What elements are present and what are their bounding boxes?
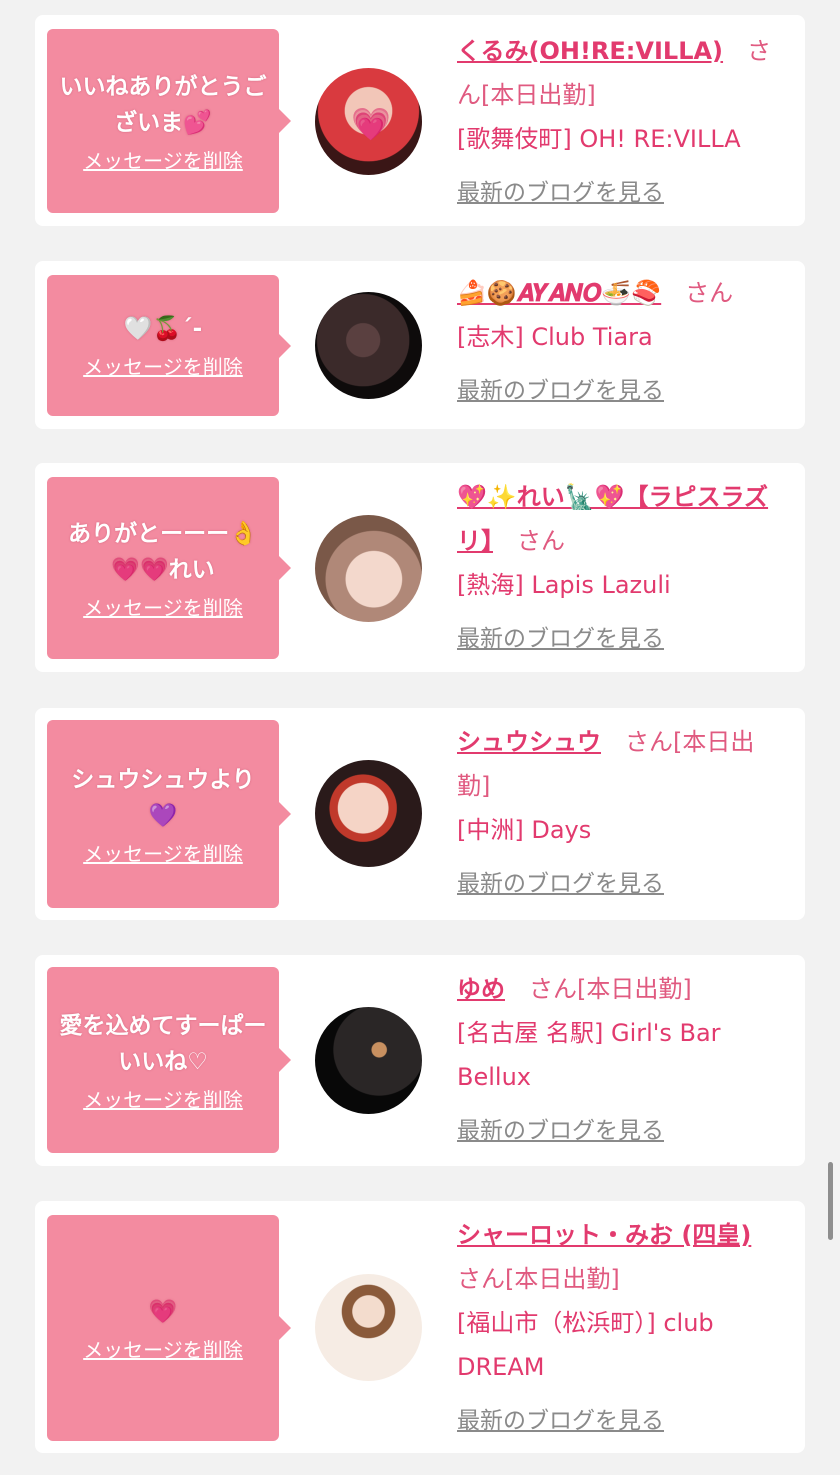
cast-info: 💖✨れい🗽💖【ラピスラズリ】 さん [熱海] Lapis Lazuli 最新のブ… xyxy=(457,475,787,653)
message-card: いいねありがとうございま💕 メッセージを削除 💗 くるみ(OH!RE:VILLA… xyxy=(35,15,805,226)
cast-info: 🍰🍪𝑨𝒀𝑨𝑵𝑶🍜🍣 さん [志木] Club Tiara 最新のブログを見る xyxy=(457,271,787,405)
cast-info: ゆめ さん[本日出勤] [名古屋 名駅] Girl's Bar Bellux 最… xyxy=(457,967,787,1145)
shop-info: [中洲] Days xyxy=(457,816,592,844)
avatar[interactable] xyxy=(315,1274,422,1381)
message-text: 愛を込めてすーぱーいいね♡ xyxy=(59,1012,267,1075)
cast-name-link[interactable]: シュウシュウ xyxy=(457,728,601,756)
avatar[interactable] xyxy=(315,292,422,399)
avatar[interactable]: 💗 xyxy=(315,68,422,175)
message-bubble: ありがとーーー👌💗💗れい メッセージを削除 xyxy=(47,477,291,659)
delete-message-link[interactable]: メッセージを削除 xyxy=(83,592,243,621)
shop-info: [福山市（松浜町）] club DREAM xyxy=(457,1309,714,1381)
message-text: 💗 xyxy=(148,1298,178,1325)
cast-status: さん[本日出勤] xyxy=(505,975,692,1003)
message-text: いいねありがとうございま💕 xyxy=(59,73,267,136)
message-text: シュウシュウより💜 xyxy=(71,766,255,829)
avatar[interactable] xyxy=(315,1007,422,1114)
latest-blog-link[interactable]: 最新のブログを見る xyxy=(457,173,664,207)
cast-status: さん xyxy=(661,279,734,307)
message-text: ありがとーーー👌💗💗れい xyxy=(68,520,258,583)
cast-info: くるみ(OH!RE:VILLA) さん[本日出勤] [歌舞伎町] OH! RE:… xyxy=(457,29,787,207)
shop-info: [志木] Club Tiara xyxy=(457,323,653,351)
latest-blog-link[interactable]: 最新のブログを見る xyxy=(457,619,664,653)
avatar[interactable] xyxy=(315,760,422,867)
message-card: 💗 メッセージを削除 シャーロット・みお (四皇) さん[本日出勤] [福山市（… xyxy=(35,1201,805,1453)
message-bubble: いいねありがとうございま💕 メッセージを削除 xyxy=(47,29,291,213)
message-bubble: 愛を込めてすーぱーいいね♡ メッセージを削除 xyxy=(47,967,291,1153)
message-card: シュウシュウより💜 メッセージを削除 シュウシュウ さん[本日出勤] [中洲] … xyxy=(35,708,805,920)
message-card: ありがとーーー👌💗💗れい メッセージを削除 💖✨れい🗽💖【ラピスラズリ】 さん … xyxy=(35,463,805,672)
cast-status: さん xyxy=(493,527,565,555)
message-list: いいねありがとうございま💕 メッセージを削除 💗 くるみ(OH!RE:VILLA… xyxy=(0,0,840,1475)
cast-name-link[interactable]: シャーロット・みお (四皇) xyxy=(457,1221,751,1249)
message-card: 愛を込めてすーぱーいいね♡ メッセージを削除 ゆめ さん[本日出勤] [名古屋 … xyxy=(35,955,805,1166)
cast-name-link[interactable]: 🍰🍪𝑨𝒀𝑨𝑵𝑶🍜🍣 xyxy=(457,279,661,307)
delete-message-link[interactable]: メッセージを削除 xyxy=(83,1084,243,1113)
cast-info: シュウシュウ さん[本日出勤] [中洲] Days 最新のブログを見る xyxy=(457,720,787,898)
shop-info: [名古屋 名駅] Girl's Bar Bellux xyxy=(457,1019,721,1091)
latest-blog-link[interactable]: 最新のブログを見る xyxy=(457,1401,664,1435)
cast-name-link[interactable]: くるみ(OH!RE:VILLA) xyxy=(457,37,723,65)
delete-message-link[interactable]: メッセージを削除 xyxy=(83,145,243,174)
message-bubble: 🤍🍒ˊ- メッセージを削除 xyxy=(47,275,291,416)
message-bubble: 💗 メッセージを削除 xyxy=(47,1215,291,1441)
avatar[interactable] xyxy=(315,515,422,622)
scrollbar[interactable] xyxy=(828,1162,833,1240)
delete-message-link[interactable]: メッセージを削除 xyxy=(83,838,243,867)
cast-name-link[interactable]: ゆめ xyxy=(457,975,505,1003)
delete-message-link[interactable]: メッセージを削除 xyxy=(83,351,243,380)
heart-icon: 💗 xyxy=(351,105,391,143)
delete-message-link[interactable]: メッセージを削除 xyxy=(83,1334,243,1363)
shop-info: [歌舞伎町] OH! RE:VILLA xyxy=(457,125,741,153)
cast-info: シャーロット・みお (四皇) さん[本日出勤] [福山市（松浜町）] club … xyxy=(457,1213,787,1435)
latest-blog-link[interactable]: 最新のブログを見る xyxy=(457,371,664,405)
message-text: 🤍🍒ˊ- xyxy=(123,316,203,342)
message-card: 🤍🍒ˊ- メッセージを削除 🍰🍪𝑨𝒀𝑨𝑵𝑶🍜🍣 さん [志木] Club Tia… xyxy=(35,261,805,429)
message-bubble: シュウシュウより💜 メッセージを削除 xyxy=(47,720,291,908)
shop-info: [熱海] Lapis Lazuli xyxy=(457,571,671,599)
latest-blog-link[interactable]: 最新のブログを見る xyxy=(457,864,664,898)
latest-blog-link[interactable]: 最新のブログを見る xyxy=(457,1111,664,1145)
